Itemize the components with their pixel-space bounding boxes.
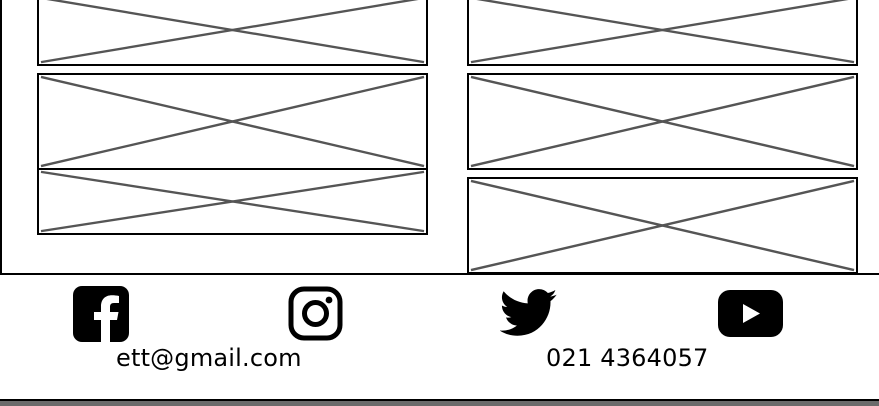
youtube-icon <box>718 290 783 337</box>
facebook-icon <box>73 286 129 342</box>
image-placeholder-right-1 <box>467 0 858 66</box>
image-placeholder-left-3 <box>37 168 428 235</box>
image-placeholder-left-2 <box>37 73 428 170</box>
facebook-link[interactable] <box>73 286 129 342</box>
instagram-icon <box>288 286 343 341</box>
instagram-link[interactable] <box>288 286 343 341</box>
youtube-link[interactable] <box>718 290 783 337</box>
contact-phone: 021 4364057 <box>546 344 709 372</box>
bottom-divider-bar <box>0 399 879 406</box>
image-placeholder-right-2 <box>467 73 858 170</box>
twitter-link[interactable] <box>499 288 558 338</box>
image-placeholder-right-3 <box>467 177 858 274</box>
wireframe-page: ett@gmail.com 021 4364057 <box>0 0 879 406</box>
image-placeholder-left-1 <box>37 0 428 66</box>
footer: ett@gmail.com 021 4364057 <box>0 273 879 399</box>
contact-email: ett@gmail.com <box>116 344 302 372</box>
content-left-border <box>0 0 2 274</box>
twitter-icon <box>499 289 558 336</box>
